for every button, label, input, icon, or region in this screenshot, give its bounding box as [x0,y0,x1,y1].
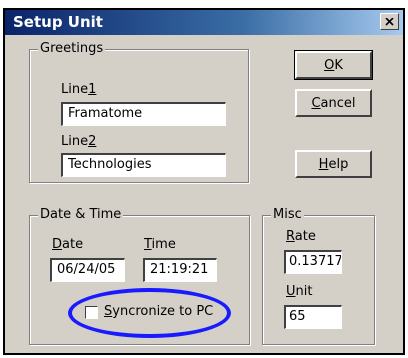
title-bar: Setup Unit [5,10,403,35]
cancel-mnemonic: C [311,95,321,111]
window-title: Setup Unit [13,13,103,31]
help-mnemonic: H [318,156,329,172]
date-field[interactable]: 06/24/05 [50,258,125,282]
rate-label: Rate [286,229,316,244]
help-button[interactable]: Help [295,150,372,178]
line2-label: Line2 [61,134,97,149]
cancel-button[interactable]: Cancel [295,89,372,117]
ok-mnemonic: O [324,57,335,73]
line1-label: Line1 [61,82,97,97]
greetings-legend: Greetings [38,41,106,56]
date-label: Date [52,237,84,252]
unit-field[interactable]: 65 [284,305,342,329]
misc-legend: Misc [271,207,304,222]
cropped-top-edge [0,0,408,8]
highlight-ellipse [68,288,231,338]
setup-unit-dialog: Setup Unit Greetings Line1 Framatome Lin… [3,8,405,355]
unit-label: Unit [286,284,313,299]
close-button[interactable] [380,13,399,30]
time-label: Time [144,237,176,252]
time-field[interactable]: 21:19:21 [143,258,217,282]
line1-field[interactable]: Framatome [61,102,226,126]
rate-field[interactable]: 0.13717 [284,250,342,274]
line2-field[interactable]: Technologies [61,153,226,177]
close-icon [385,17,394,26]
date-time-legend: Date & Time [38,207,124,222]
ok-button[interactable]: OK [294,50,373,80]
